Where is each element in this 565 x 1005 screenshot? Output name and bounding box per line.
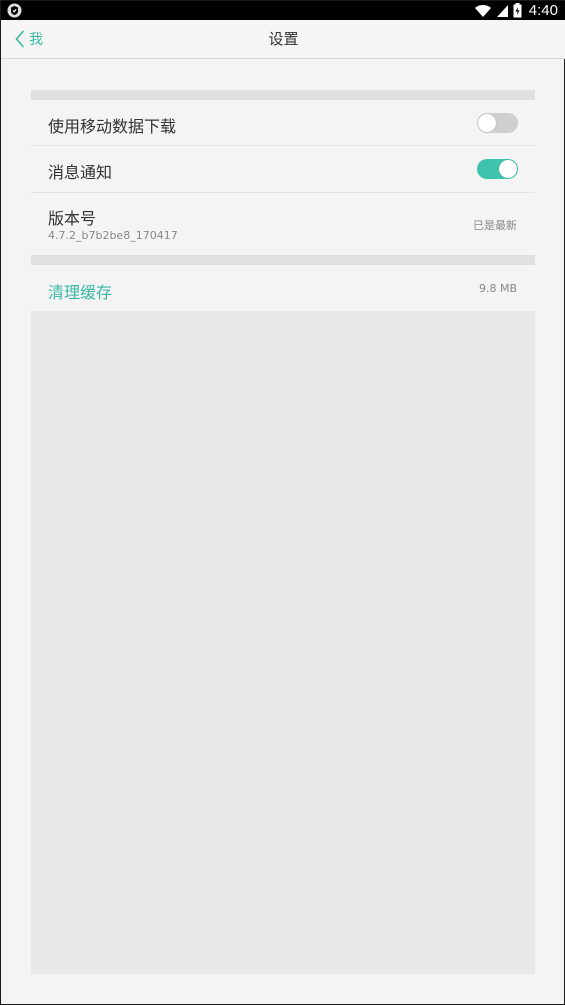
wifi-icon: [474, 4, 491, 17]
settings-row-clear-cache[interactable]: 清理缓存 9.8 MB: [31, 265, 535, 311]
section-divider: [31, 255, 535, 265]
toggle-knob: [478, 114, 496, 132]
section-divider: [31, 90, 535, 100]
shield-notification-icon: [7, 3, 22, 18]
settings-row-mobile-data[interactable]: 使用移动数据下载: [31, 100, 535, 146]
signal-icon: [496, 4, 508, 17]
status-time: 4:40: [528, 2, 558, 19]
version-number: 4.7.2_b7b2be8_170417: [48, 229, 178, 242]
settings-row-notifications[interactable]: 消息通知: [31, 146, 535, 193]
clear-cache-label: 清理缓存: [48, 283, 113, 302]
empty-area: [31, 311, 535, 974]
battery-icon: [513, 3, 522, 18]
cache-size: 9.8 MB: [478, 282, 517, 295]
status-icons: 4:40: [474, 1, 558, 20]
version-label: 版本号: [48, 209, 97, 228]
mobile-data-label: 使用移动数据下载: [48, 117, 177, 136]
version-status: 已是最新: [473, 219, 517, 232]
notifications-toggle[interactable]: [477, 159, 518, 179]
nav-bar: 我 设置: [1, 20, 565, 59]
toggle-knob: [499, 160, 517, 178]
mobile-data-toggle[interactable]: [477, 113, 518, 133]
settings-row-version[interactable]: 版本号 4.7.2_b7b2be8_170417 已是最新: [31, 193, 535, 255]
settings-list: 使用移动数据下载 消息通知 版本号 4.7.2_b7b2be8_170417 已…: [31, 90, 535, 974]
status-bar: 4:40: [1, 1, 565, 20]
page-title: 设置: [268, 30, 299, 48]
notifications-label: 消息通知: [48, 163, 113, 182]
